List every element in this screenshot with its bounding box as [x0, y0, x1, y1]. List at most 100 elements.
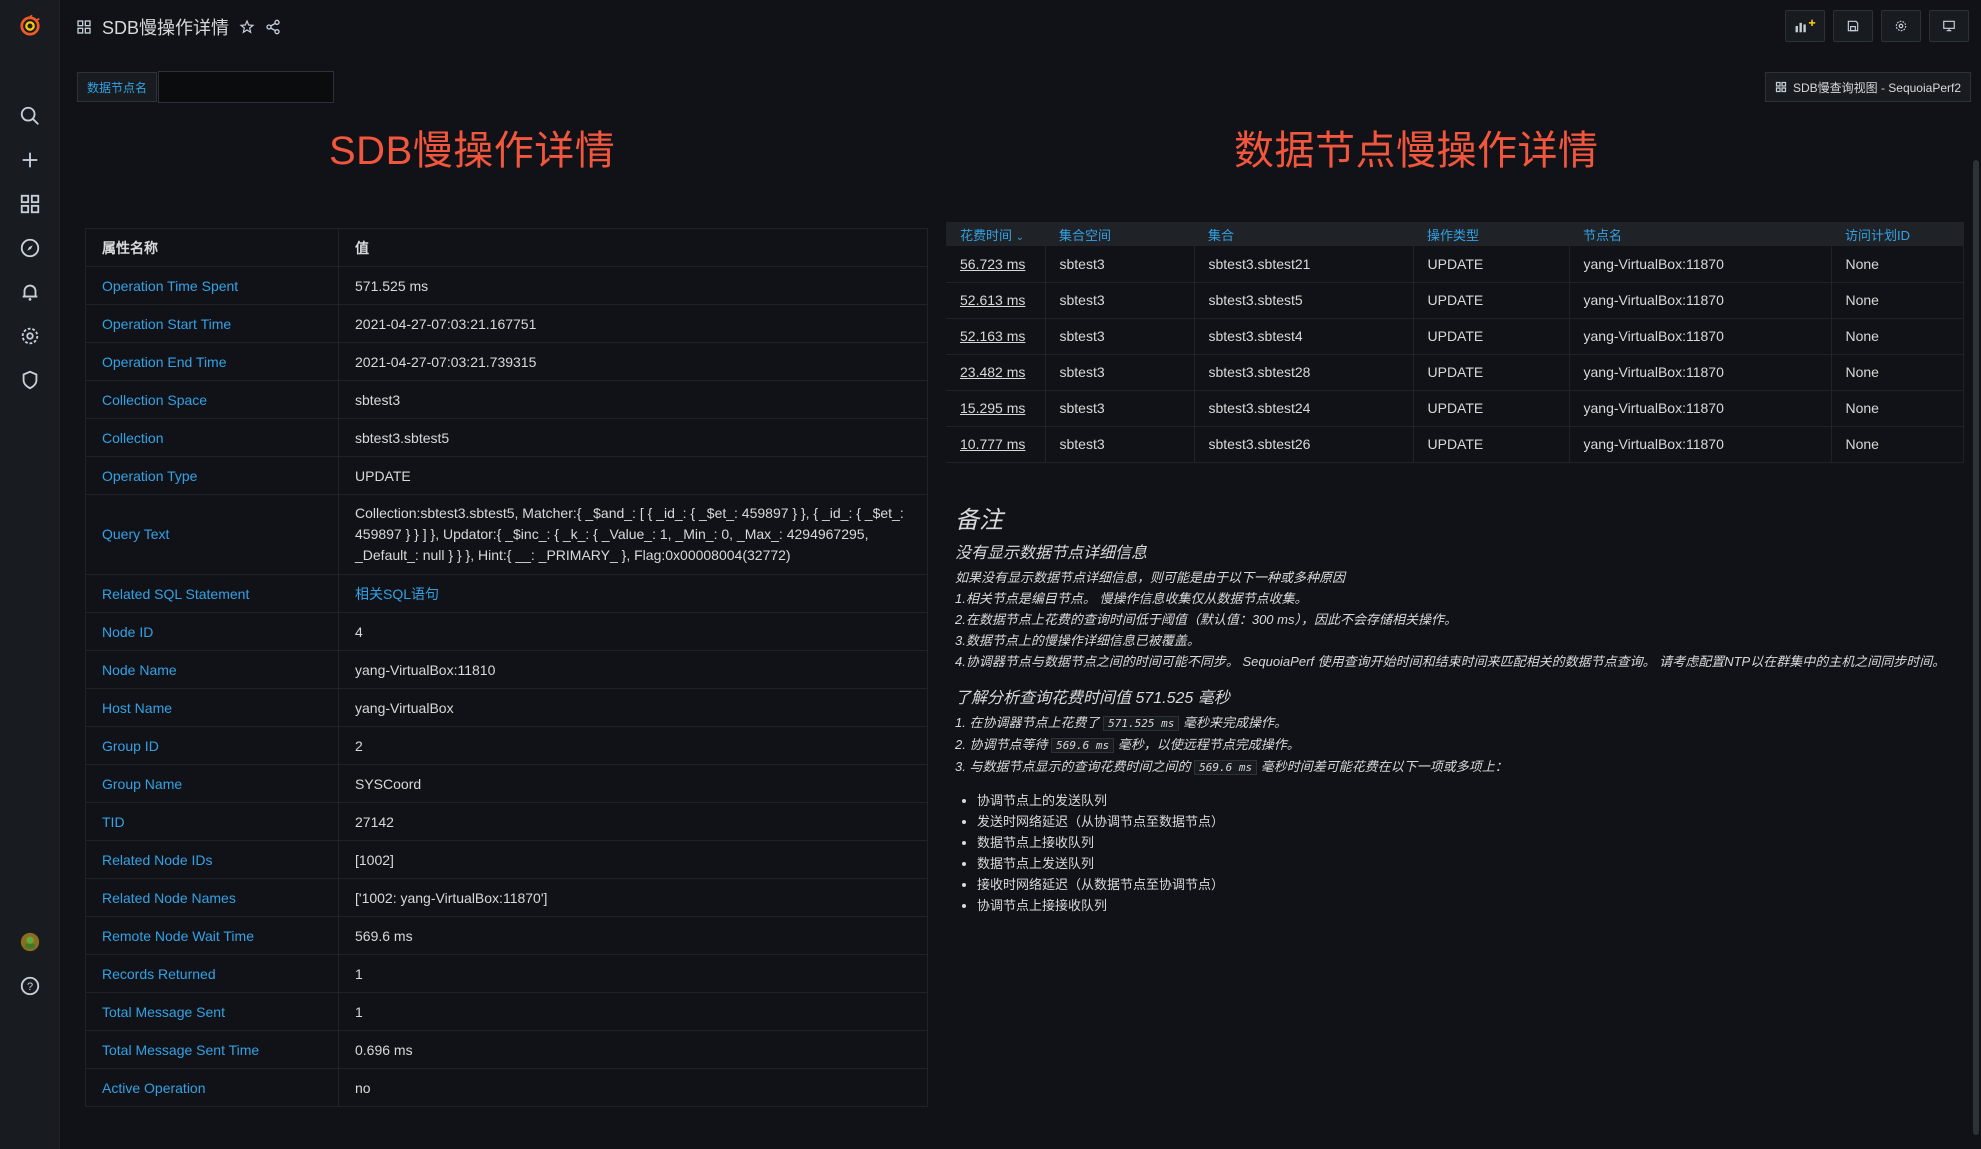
left-panel-title: SDB慢操作详情 — [329, 129, 616, 173]
table-row: Related Node IDs [1002] — [85, 840, 928, 879]
table-row: Related Node Names ['1002: yang-VirtualBo… — [85, 878, 928, 917]
dashboard-link-icon — [1775, 81, 1787, 93]
list-item: 接收时网络延迟（从数据节点至协调节点） — [977, 874, 1955, 895]
time-spent-link[interactable]: 23.482 ms — [946, 354, 1046, 391]
node-name-variable-input[interactable] — [158, 71, 334, 103]
plus-icon[interactable] — [14, 144, 46, 176]
attr-value: 0.696 ms — [338, 1030, 928, 1069]
help-icon[interactable]: ? — [14, 970, 46, 1002]
sort-desc-icon: ⌄ — [1015, 231, 1025, 243]
ops-header-row: 花费时间 ⌄ 集合空间 集合 操作类型 节点名 访问计划ID — [946, 222, 1964, 246]
dashboards-icon[interactable] — [14, 188, 46, 220]
cell-collection-space: sbtest3 — [1045, 282, 1195, 319]
attr-key: Related SQL Statement — [85, 574, 339, 613]
page-scrollbar[interactable] — [1973, 160, 1979, 1135]
list-item: 数据节点上接收队列 — [977, 832, 1955, 853]
cell-operation-type: UPDATE — [1413, 318, 1570, 355]
header-attribute-name[interactable]: 属性名称 — [85, 228, 339, 267]
analysis-text: 3. 与数据节点显示的查询花费时间之间的 — [955, 759, 1191, 774]
list-item: 发送时网络延迟（从协调节点至数据节点） — [977, 811, 1955, 832]
table-row: Total Message Sent 1 — [85, 992, 928, 1031]
bullet-list: 协调节点上的发送队列 发送时网络延迟（从协调节点至数据节点） 数据节点上接收队列… — [955, 790, 1955, 916]
right-panel-title: 数据节点慢操作详情 — [1234, 129, 1599, 173]
save-dashboard-button[interactable] — [1833, 10, 1873, 42]
attr-value: 569.6 ms — [338, 916, 928, 955]
dashboard-grid-icon — [77, 20, 91, 34]
time-spent-link[interactable]: 56.723 ms — [946, 246, 1046, 283]
analysis-text: 毫秒时间差可能花费在以下一项或多项上： — [1260, 759, 1508, 774]
notes-heading: 备注 — [955, 507, 1003, 534]
cell-collection: sbtest3.sbtest24 — [1194, 390, 1414, 427]
cell-access-plan-id: None — [1831, 426, 1964, 463]
attr-key: Remote Node Wait Time — [85, 916, 339, 955]
query-text-value: Collection:sbtest3.sbtest5, Matcher:{ _$… — [338, 494, 928, 575]
table-row: Query Text Collection:sbtest3.sbtest5, Ma… — [85, 494, 928, 575]
cell-collection-space: sbtest3 — [1045, 426, 1195, 463]
time-spent-link[interactable]: 52.163 ms — [946, 318, 1046, 355]
col-header-operation-type[interactable]: 操作类型 — [1413, 222, 1569, 246]
notes-reason: 3.数据节点上的慢操作详细信息已被覆盖。 — [955, 633, 1200, 648]
cell-access-plan-id: None — [1831, 282, 1964, 319]
dashboard-link-label: SDB慢查询视图 - SequoiaPerf2 — [1792, 80, 1961, 95]
dashboard-link-button[interactable]: SDB慢查询视图 - SequoiaPerf2 — [1764, 72, 1971, 102]
related-sql-link[interactable]: 相关SQL语句 — [355, 586, 439, 602]
attr-key: Collection Space — [85, 380, 339, 419]
attr-value: 2021-04-27-07:03:21.167751 — [338, 304, 928, 343]
attr-value: UPDATE — [338, 456, 928, 495]
dashboard-title[interactable]: SDB慢操作详情 — [102, 14, 229, 40]
explore-compass-icon[interactable] — [14, 232, 46, 264]
attr-value-cell: 相关SQL语句 — [338, 574, 928, 613]
user-avatar-icon[interactable] — [14, 926, 46, 958]
cell-operation-type: UPDATE — [1413, 390, 1570, 427]
analysis-line: 3. 与数据节点显示的查询花费时间之间的 569.6 ms 毫秒时间差可能花费在… — [955, 756, 1955, 778]
attr-key: Node Name — [85, 650, 339, 689]
analysis-code: 571.525 ms — [1103, 716, 1180, 731]
list-item: 数据节点上发送队列 — [977, 853, 1955, 874]
server-admin-shield-icon[interactable] — [14, 364, 46, 396]
attr-value: sbtest3.sbtest5 — [338, 418, 928, 457]
alerting-bell-icon[interactable] — [14, 276, 46, 308]
grafana-logo-icon-svg — [20, 15, 40, 36]
notes-subheading: 没有显示数据节点详细信息 — [955, 545, 1148, 562]
star-icon[interactable] — [239, 19, 255, 35]
attr-key: Collection — [85, 418, 339, 457]
notes-reason: 1.相关节点是编目节点。 慢操作信息收集仅从数据节点收集。 — [955, 591, 1308, 606]
sidebar: ? — [0, 0, 60, 1149]
attr-value: 4 — [338, 612, 928, 651]
attr-value: 2021-04-27-07:03:21.739315 — [338, 342, 928, 381]
table-row: Operation Start Time 2021-04-27-07:03:21.… — [85, 304, 928, 343]
cell-collection: sbtest3.sbtest26 — [1194, 426, 1414, 463]
table-row: Operation End Time 2021-04-27-07:03:21.73… — [85, 342, 928, 381]
table-row: Node Name yang-VirtualBox:11810 — [85, 650, 928, 689]
grafana-logo-icon[interactable] — [14, 10, 46, 42]
col-header-collection-space[interactable]: 集合空间 — [1045, 222, 1194, 246]
attr-key: Operation Type — [85, 456, 339, 495]
time-spent-link[interactable]: 52.613 ms — [946, 282, 1046, 319]
cell-node-name: yang-VirtualBox:11870 — [1569, 426, 1832, 463]
col-header-collection[interactable]: 集合 — [1194, 222, 1413, 246]
attr-value: 1 — [338, 954, 928, 993]
table-row: 52.613 ms sbtest3 sbtest3.sbtest5 UPDATE… — [946, 282, 1964, 319]
attr-key: Query Text — [85, 494, 339, 575]
col-header-node-name[interactable]: 节点名 — [1569, 222, 1831, 246]
dashboard-header: SDB慢操作详情 — [60, 0, 1981, 54]
view-mode-button[interactable] — [1929, 10, 1969, 42]
time-spent-link[interactable]: 10.777 ms — [946, 426, 1046, 463]
add-panel-button[interactable] — [1785, 10, 1825, 42]
header-value[interactable]: 值 — [338, 228, 928, 267]
attr-value: ['1002: yang-VirtualBox:11870'] — [338, 878, 928, 917]
gear-icon — [1895, 20, 1907, 32]
col-header-access-plan-id[interactable]: 访问计划ID — [1831, 222, 1964, 246]
save-icon — [1847, 20, 1859, 32]
col-header-time-spent[interactable]: 花费时间 ⌄ — [946, 222, 1045, 246]
share-icon[interactable] — [265, 19, 281, 35]
search-icon[interactable] — [14, 100, 46, 132]
add-panel-icon — [1795, 19, 1816, 33]
time-spent-link[interactable]: 15.295 ms — [946, 390, 1046, 427]
table-row: TID 27142 — [85, 802, 928, 841]
analysis-line: 2. 协调节点等待 569.6 ms 毫秒，以使远程节点完成操作。 — [955, 734, 1955, 756]
attr-value: 27142 — [338, 802, 928, 841]
configuration-gear-icon[interactable] — [14, 320, 46, 352]
dashboard-settings-button[interactable] — [1881, 10, 1921, 42]
data-node-ops-table: 花费时间 ⌄ 集合空间 集合 操作类型 节点名 访问计划ID 56.723 ms… — [946, 222, 1964, 463]
